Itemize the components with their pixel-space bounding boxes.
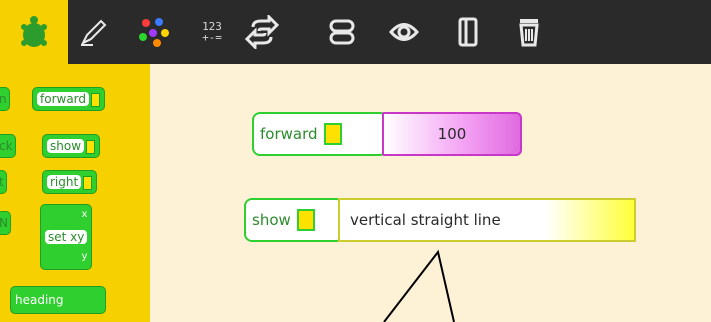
pointer-annotation-icon	[383, 249, 455, 322]
